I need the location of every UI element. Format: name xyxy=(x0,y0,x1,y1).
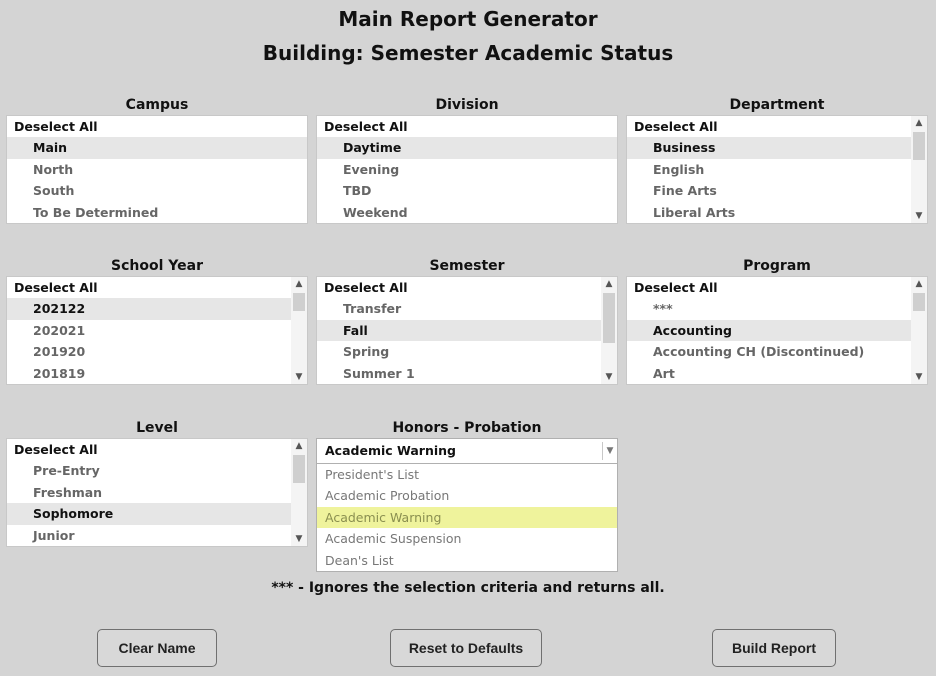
school-year-filter: School Year Deselect All 202122 202021 2… xyxy=(6,257,308,385)
honors-probation-options: President's List Academic Probation Acad… xyxy=(316,464,618,572)
honors-probation-value: Academic Warning xyxy=(325,443,456,458)
dropdown-option[interactable]: President's List xyxy=(317,464,617,485)
semester-deselect-all[interactable]: Deselect All xyxy=(317,277,601,298)
division-deselect-all[interactable]: Deselect All xyxy=(317,116,617,137)
dropdown-option[interactable]: Academic Suspension xyxy=(317,528,617,549)
list-item[interactable]: Pre-Entry xyxy=(7,460,291,481)
level-label: Level xyxy=(136,420,178,436)
division-label: Division xyxy=(435,97,499,113)
list-item[interactable]: Liberal Arts xyxy=(627,202,911,223)
footnote: *** - Ignores the selection criteria and… xyxy=(271,580,665,596)
list-item[interactable]: *** xyxy=(627,298,911,319)
list-item[interactable]: Transfer xyxy=(317,298,601,319)
program-filter: Program Deselect All *** Accounting Acco… xyxy=(626,257,928,385)
chevron-up-icon[interactable]: ▲ xyxy=(291,439,307,453)
list-item[interactable]: Spring xyxy=(317,341,601,362)
honors-probation-filter: Honors - Probation Academic Warning ▼ Pr… xyxy=(316,419,618,572)
chevron-up-icon[interactable]: ▲ xyxy=(601,277,617,291)
program-listbox[interactable]: Deselect All *** Accounting Accounting C… xyxy=(626,276,928,385)
page-subtitle: Building: Semester Academic Status xyxy=(262,41,674,65)
department-deselect-all[interactable]: Deselect All xyxy=(627,116,911,137)
scrollbar-thumb[interactable] xyxy=(293,293,305,311)
semester-label: Semester xyxy=(429,258,505,274)
department-label: Department xyxy=(729,97,825,113)
list-item[interactable]: TBD xyxy=(317,180,617,201)
department-scrollbar[interactable]: ▲ ▼ xyxy=(911,116,927,223)
level-scrollbar[interactable]: ▲ ▼ xyxy=(291,439,307,546)
list-item[interactable]: Accounting CH (Discontinued) xyxy=(627,341,911,362)
chevron-up-icon[interactable]: ▲ xyxy=(911,116,927,130)
chevron-down-icon[interactable]: ▼ xyxy=(291,370,307,384)
dropdown-option[interactable]: Academic Probation xyxy=(317,485,617,506)
list-item[interactable]: Business xyxy=(627,137,911,159)
division-filter: Division Deselect All Daytime Evening TB… xyxy=(316,96,618,224)
list-item[interactable]: Accounting xyxy=(627,319,911,342)
chevron-down-icon[interactable]: ▼ xyxy=(911,209,927,223)
list-item[interactable]: Fine Arts xyxy=(627,180,911,201)
list-item[interactable]: To Be Determined xyxy=(7,202,307,223)
list-item[interactable]: Weekend xyxy=(317,202,617,223)
level-filter: Level Deselect All Pre-Entry Freshman So… xyxy=(6,419,308,547)
campus-label: Campus xyxy=(125,97,189,113)
list-item[interactable]: 202021 xyxy=(7,320,291,341)
scrollbar-thumb[interactable] xyxy=(913,293,925,311)
page-title: Main Report Generator xyxy=(338,7,598,31)
list-item[interactable]: Daytime xyxy=(317,137,617,159)
school-year-label: School Year xyxy=(111,258,203,274)
list-item[interactable]: Freshman xyxy=(7,482,291,503)
list-item[interactable]: Main xyxy=(7,137,307,159)
reset-defaults-button[interactable]: Reset to Defaults xyxy=(390,629,542,667)
list-item[interactable]: Summer 1 xyxy=(317,363,601,384)
program-deselect-all[interactable]: Deselect All xyxy=(627,277,911,298)
chevron-down-icon[interactable]: ▼ xyxy=(602,442,617,460)
scrollbar-thumb[interactable] xyxy=(913,132,925,160)
dropdown-option[interactable]: Academic Warning xyxy=(317,506,617,529)
list-item[interactable]: Evening xyxy=(317,159,617,180)
department-listbox[interactable]: Deselect All Business English Fine Arts … xyxy=(626,115,928,224)
semester-scrollbar[interactable]: ▲ ▼ xyxy=(601,277,617,384)
build-report-button[interactable]: Build Report xyxy=(712,629,836,667)
list-item[interactable]: North xyxy=(7,159,307,180)
level-deselect-all[interactable]: Deselect All xyxy=(7,439,291,460)
semester-filter: Semester Deselect All Transfer Fall Spri… xyxy=(316,257,618,385)
list-item[interactable]: English xyxy=(627,159,911,180)
list-item[interactable]: 202122 xyxy=(7,298,291,320)
scrollbar-thumb[interactable] xyxy=(293,455,305,483)
list-item[interactable]: Art xyxy=(627,363,911,384)
chevron-down-icon[interactable]: ▼ xyxy=(291,532,307,546)
list-item[interactable]: Fall xyxy=(317,319,601,342)
campus-filter: Campus Deselect All Main North South To … xyxy=(6,96,308,224)
division-listbox[interactable]: Deselect All Daytime Evening TBD Weekend xyxy=(316,115,618,224)
list-item[interactable]: Sophomore xyxy=(7,503,291,525)
dropdown-option[interactable]: Dean's List xyxy=(317,550,617,571)
honors-probation-label: Honors - Probation xyxy=(392,420,542,436)
program-scrollbar[interactable]: ▲ ▼ xyxy=(911,277,927,384)
list-item[interactable]: 201920 xyxy=(7,341,291,362)
clear-name-button[interactable]: Clear Name xyxy=(97,629,217,667)
school-year-listbox[interactable]: Deselect All 202122 202021 201920 201819… xyxy=(6,276,308,385)
department-filter: Department Deselect All Business English… xyxy=(626,96,928,224)
chevron-down-icon[interactable]: ▼ xyxy=(601,370,617,384)
list-item[interactable]: Junior xyxy=(7,525,291,546)
chevron-up-icon[interactable]: ▲ xyxy=(291,277,307,291)
campus-listbox[interactable]: Deselect All Main North South To Be Dete… xyxy=(6,115,308,224)
list-item[interactable]: South xyxy=(7,180,307,201)
scrollbar-thumb[interactable] xyxy=(603,293,615,343)
honors-probation-select[interactable]: Academic Warning ▼ xyxy=(316,438,618,464)
chevron-down-icon[interactable]: ▼ xyxy=(911,370,927,384)
school-year-scrollbar[interactable]: ▲ ▼ xyxy=(291,277,307,384)
school-year-deselect-all[interactable]: Deselect All xyxy=(7,277,291,298)
program-label: Program xyxy=(743,258,811,274)
campus-deselect-all[interactable]: Deselect All xyxy=(7,116,307,137)
list-item[interactable]: 201819 xyxy=(7,363,291,384)
semester-listbox[interactable]: Deselect All Transfer Fall Spring Summer… xyxy=(316,276,618,385)
level-listbox[interactable]: Deselect All Pre-Entry Freshman Sophomor… xyxy=(6,438,308,547)
chevron-up-icon[interactable]: ▲ xyxy=(911,277,927,291)
